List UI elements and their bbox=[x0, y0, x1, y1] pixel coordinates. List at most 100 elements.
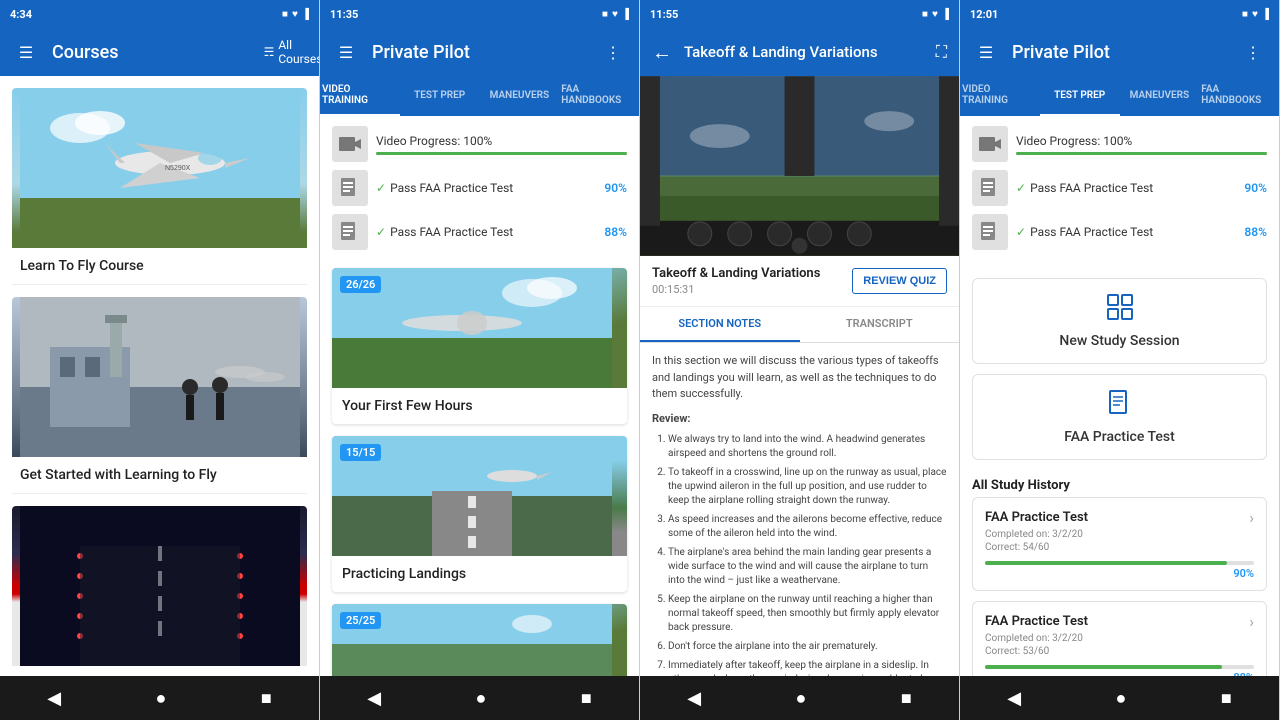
status-bar-4: 12:01 ■ ♥ ▐ bbox=[960, 0, 1279, 28]
bottom-nav-2: ◀ ● ■ bbox=[320, 676, 639, 720]
tab-video-training-4[interactable]: VIDEO TRAINING bbox=[960, 76, 1040, 116]
course-card-2[interactable]: Get Started with Learning to Fly bbox=[12, 297, 307, 494]
video-thumb bbox=[332, 126, 368, 162]
review-item-4: The airplane's area behind the main land… bbox=[668, 546, 947, 588]
back-nav-3[interactable]: ◀ bbox=[679, 680, 709, 717]
new-study-session-card[interactable]: New Study Session bbox=[972, 278, 1267, 364]
plane-svg: N5290X bbox=[20, 88, 300, 248]
square-nav-1[interactable]: ■ bbox=[253, 680, 280, 717]
faa-thumb-4-1 bbox=[972, 170, 1008, 206]
tab-faa-handbooks-4[interactable]: FAA HANDBOOKS bbox=[1199, 76, 1279, 116]
history-meta1-2: Completed on: 3/2/20 bbox=[985, 633, 1254, 644]
faa2-pct: 88% bbox=[604, 225, 627, 239]
bottom-nav-1: ◀ ● ■ bbox=[0, 676, 319, 720]
review-label: Review: bbox=[652, 411, 947, 428]
video-area bbox=[640, 76, 959, 256]
history-item-2[interactable]: FAA Practice Test › Completed on: 3/2/20… bbox=[972, 601, 1267, 676]
faa1-pct: 90% bbox=[604, 181, 627, 195]
faa-thumb-1 bbox=[332, 170, 368, 206]
home-nav-3[interactable]: ● bbox=[788, 680, 815, 717]
tab-section-notes[interactable]: SECTION NOTES bbox=[640, 307, 800, 342]
grid-svg bbox=[1106, 293, 1134, 321]
progress-video-fill bbox=[376, 152, 627, 155]
video-thumb-4 bbox=[972, 126, 1008, 162]
status-bar-3: 11:55 ■ ♥ ▐ bbox=[640, 0, 959, 28]
tab-video-training-2[interactable]: VIDEO TRAINING bbox=[320, 76, 400, 116]
filter-label: All Courses bbox=[278, 38, 320, 66]
course-img-1: N5290X bbox=[12, 88, 307, 248]
tab-bar-2: VIDEO TRAINING TEST PREP MANEUVERS FAA H… bbox=[320, 76, 639, 116]
badge-1: 26/26 bbox=[340, 276, 381, 293]
square-nav-4[interactable]: ■ bbox=[1213, 680, 1240, 717]
course-img-3 bbox=[12, 506, 307, 666]
screen-private-pilot: 11:35 ■ ♥ ▐ ☰ Private Pilot ⋮ VIDEO TRAI… bbox=[320, 0, 640, 720]
badge-3: 25/25 bbox=[340, 612, 381, 629]
course-card-3[interactable] bbox=[12, 506, 307, 666]
time-1: 4:34 bbox=[10, 8, 32, 21]
doc-study-svg bbox=[1106, 389, 1134, 417]
course-card-1[interactable]: N5290X Learn To Fly Course bbox=[12, 88, 307, 285]
home-nav-1[interactable]: ● bbox=[148, 680, 175, 717]
menu-icon-4[interactable]: ☰ bbox=[972, 38, 1000, 66]
review-item-7: Immediately after takeoff, keep the airp… bbox=[668, 659, 947, 676]
home-nav-2[interactable]: ● bbox=[468, 680, 495, 717]
tab-test-prep-4[interactable]: TEST PREP bbox=[1040, 76, 1120, 116]
square-nav-2[interactable]: ■ bbox=[573, 680, 600, 717]
lesson-card-2[interactable]: 15/15 Practicing Landings bbox=[332, 436, 627, 592]
course-title-2: Get Started with Learning to Fly bbox=[12, 457, 307, 494]
cockpit-svg bbox=[640, 76, 959, 256]
history-pct-1: 90% bbox=[985, 567, 1254, 580]
fullscreen-icon[interactable]: ⛶ bbox=[936, 42, 947, 62]
tab-maneuvers-4[interactable]: MANEUVERS bbox=[1120, 76, 1200, 116]
new-study-label: New Study Session bbox=[1059, 333, 1179, 349]
back-btn-3[interactable]: ← bbox=[652, 40, 672, 65]
more-icon-4[interactable]: ⋮ bbox=[1239, 38, 1267, 66]
status-bar-1: 4:34 ■ ♥ ▐ bbox=[0, 0, 319, 28]
menu-icon[interactable]: ☰ bbox=[12, 38, 40, 66]
wifi-icon: ■ bbox=[282, 9, 288, 20]
doc-icon-2 bbox=[338, 220, 362, 244]
square-nav-3[interactable]: ■ bbox=[893, 680, 920, 717]
tab-transcript[interactable]: TRANSCRIPT bbox=[800, 307, 960, 342]
history-meta2-2: Correct: 53/60 bbox=[985, 646, 1254, 657]
history-item-1[interactable]: FAA Practice Test › Completed on: 3/2/20… bbox=[972, 497, 1267, 591]
back-nav-2[interactable]: ◀ bbox=[359, 680, 389, 717]
lesson-card-3[interactable]: 25/25 bbox=[332, 604, 627, 676]
video-info-left: Takeoff & Landing Variations 00:15:31 bbox=[652, 266, 820, 296]
check-icon-2: ✓ bbox=[376, 225, 386, 239]
course-title-1: Learn To Fly Course bbox=[12, 248, 307, 285]
review-quiz-btn[interactable]: REVIEW QUIZ bbox=[852, 268, 947, 294]
progress-bar-4 bbox=[1016, 152, 1267, 155]
tab-faa-handbooks-2[interactable]: FAA HANDBOOKS bbox=[559, 76, 639, 116]
filter-icon[interactable]: ☴ All Courses bbox=[279, 38, 307, 66]
progress-item-video-4: Video Progress: 100% bbox=[972, 126, 1267, 162]
screen-test-prep: 12:01 ■ ♥ ▐ ☰ Private Pilot ⋮ VIDEO TRAI… bbox=[960, 0, 1280, 720]
check-4-1: ✓ bbox=[1016, 181, 1026, 195]
more-icon-2[interactable]: ⋮ bbox=[599, 38, 627, 66]
status-icons-1: ■ ♥ ▐ bbox=[282, 9, 309, 20]
section-content: In this section we will discuss the vari… bbox=[640, 343, 959, 676]
review-item-1: We always try to land into the wind. A h… bbox=[668, 433, 947, 461]
progress-video-label: Video Progress: 100% bbox=[376, 134, 492, 148]
back-nav-1[interactable]: ◀ bbox=[39, 680, 69, 717]
app-bar-2: ☰ Private Pilot ⋮ bbox=[320, 28, 639, 76]
tab-maneuvers-2[interactable]: MANEUVERS bbox=[480, 76, 560, 116]
lesson-card-1[interactable]: 26/26 Your First Few Hours bbox=[332, 268, 627, 424]
faa-practice-test-card[interactable]: FAA Practice Test bbox=[972, 374, 1267, 460]
tab-bar-4: VIDEO TRAINING TEST PREP MANEUVERS FAA H… bbox=[960, 76, 1279, 116]
back-nav-4[interactable]: ◀ bbox=[999, 680, 1029, 717]
doc-icon-4-2 bbox=[978, 220, 1002, 244]
cockpit-image bbox=[640, 76, 959, 256]
signal-icon-3: ♥ bbox=[932, 9, 938, 20]
menu-icon-2[interactable]: ☰ bbox=[332, 38, 360, 66]
history-bar-2 bbox=[985, 665, 1254, 669]
history-fill-1 bbox=[985, 561, 1227, 565]
tab-test-prep-2[interactable]: TEST PREP bbox=[400, 76, 480, 116]
history-fill-2 bbox=[985, 665, 1222, 669]
chevron-icon-1: › bbox=[1249, 508, 1254, 527]
home-nav-4[interactable]: ● bbox=[1108, 680, 1135, 717]
faa1-pct-4: 90% bbox=[1244, 181, 1267, 195]
progress-faa1-info: ✓Pass FAA Practice Test 90% bbox=[376, 181, 627, 195]
lesson-title-2: Practicing Landings bbox=[332, 556, 627, 592]
private-pilot-content: Video Progress: 100% bbox=[320, 116, 639, 676]
